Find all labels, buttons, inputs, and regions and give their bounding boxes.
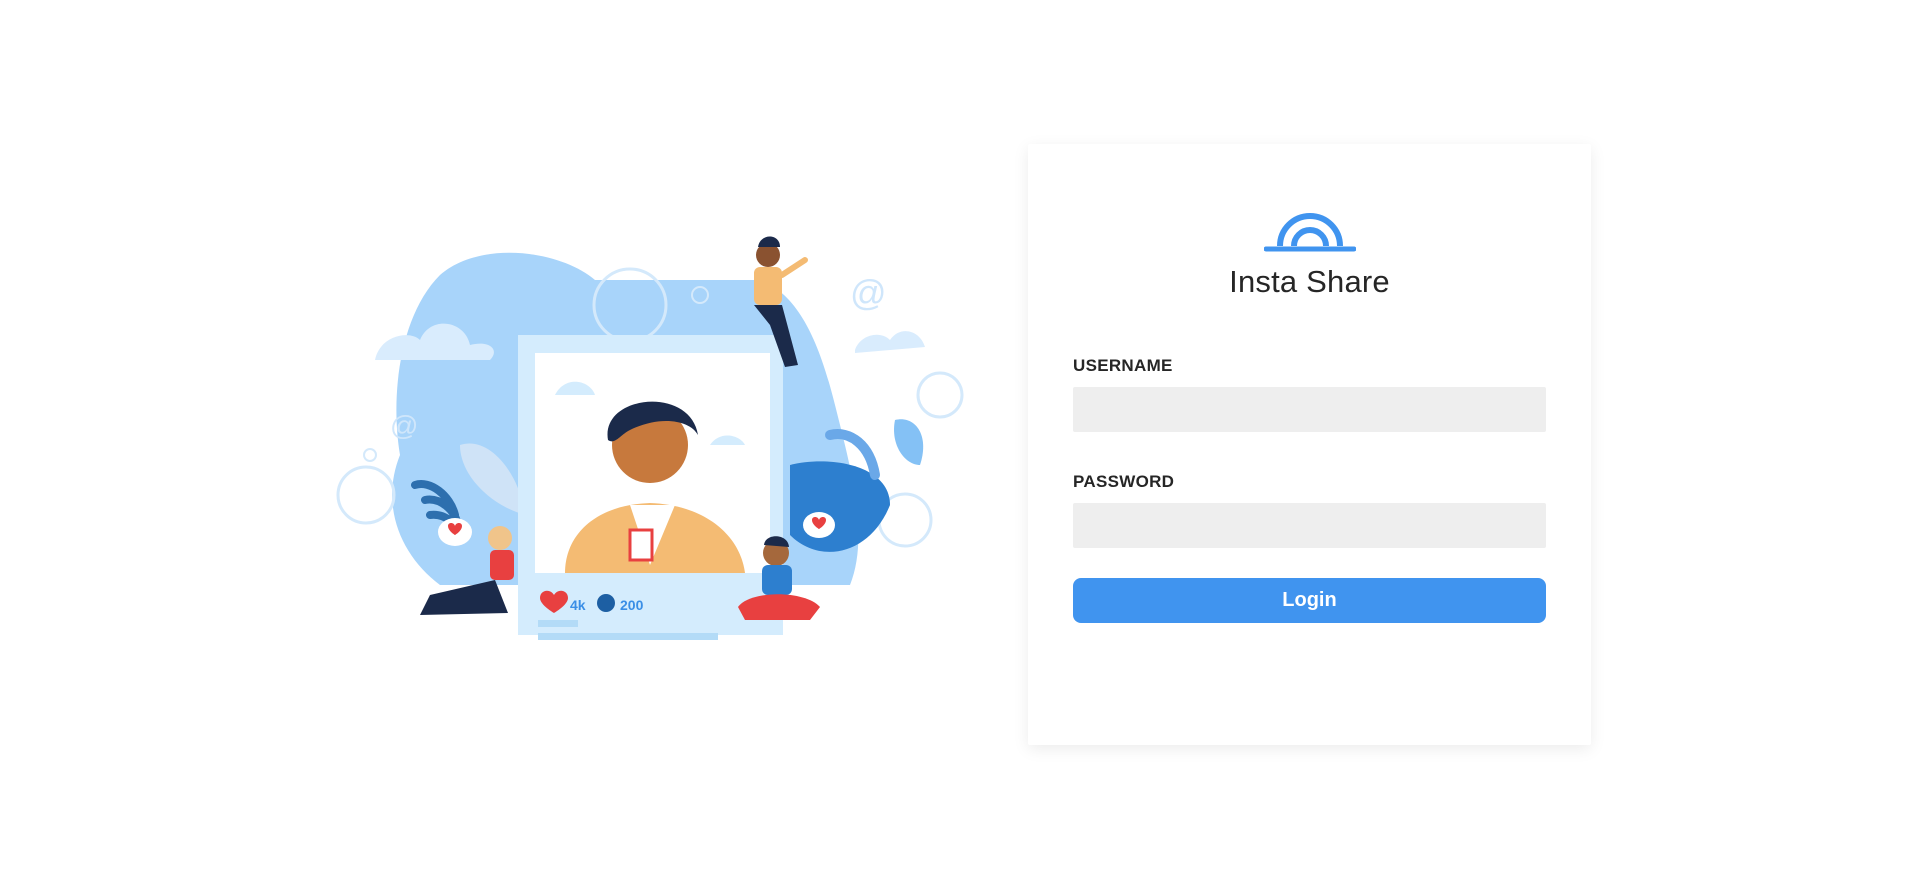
comments-count: 200	[620, 597, 644, 613]
login-button[interactable]: Login	[1073, 578, 1546, 623]
login-card: Insta Share USERNAME PASSWORD Login	[1028, 144, 1591, 745]
svg-text:@: @	[850, 272, 887, 313]
username-input[interactable]	[1073, 387, 1546, 432]
social-media-illustration: @ @ 4k 200	[336, 236, 964, 640]
svg-text:@: @	[390, 410, 418, 441]
password-label: PASSWORD	[1073, 472, 1175, 491]
app-title: Insta Share	[1229, 264, 1390, 299]
comment-bubble-icon	[597, 594, 615, 612]
password-input[interactable]	[1073, 503, 1546, 548]
rainbow-logo-icon	[1263, 213, 1356, 252]
login-page: @ @ 4k 200 Insta Share USERNAME PASSWORD…	[0, 0, 1920, 889]
likes-count: 4k	[570, 597, 586, 613]
username-label: USERNAME	[1073, 356, 1173, 375]
brand-header: Insta Share	[1028, 204, 1591, 300]
